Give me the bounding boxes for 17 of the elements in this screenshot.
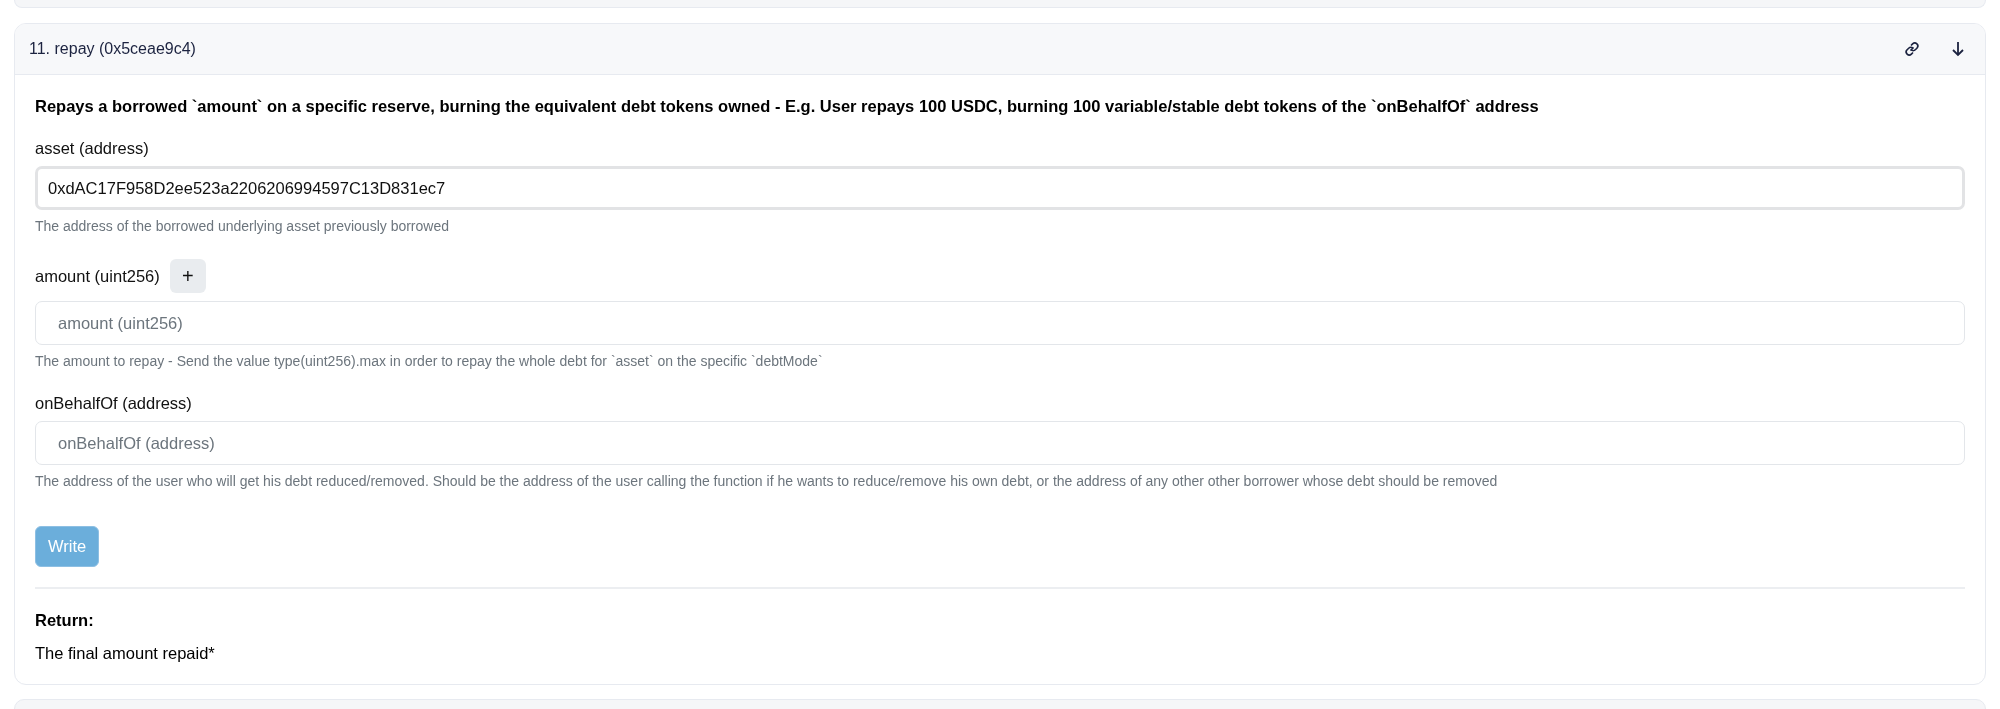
param-label: onBehalfOf (address) [35,394,192,413]
param-hint: The address of the user who will get his debt reduced/removed. Should be the address of the user calling the function if he wants to reduce/remove his own debt, or the address of any other other borrower whose debt should be removed [35,473,1499,489]
arrow-down-icon[interactable] [1951,41,1965,57]
return-heading: Return: [35,611,95,630]
function-description: Repays a borrowed `amount` on a specific reserve, burning the equivalent debt tokens owned - E.g. User repays 100 USDC, burning 100 variable/stable debt tokens of the `onBehalfOf` address [35,97,1540,116]
link-icon[interactable] [1903,40,1921,58]
param-hint: The amount to repay - Send the value type(uint256).max in order to repay the whole debt for `asset` on the specific `debtMode` [35,353,824,369]
input-field[interactable]: amount (uint256) [35,301,1965,345]
function-title: 11. repay (0x5ceae9c4) [29,40,196,58]
param-hint: The address of the borrowed underlying asset previously borrowed [35,218,450,234]
add-button[interactable]: + [169,259,206,293]
input-field[interactable]: 0xdAC17F958D2ee523a2206206994597C13D831ec7 [35,166,1965,210]
return-text: The final amount repaid* [35,644,216,663]
param-label: amount (uint256) [35,266,160,286]
input-field[interactable]: onBehalfOf (address) [35,421,1965,465]
card-header[interactable]: 11. repay (0x5ceae9c4) [15,24,1985,75]
param-label: asset (address) [35,139,149,158]
